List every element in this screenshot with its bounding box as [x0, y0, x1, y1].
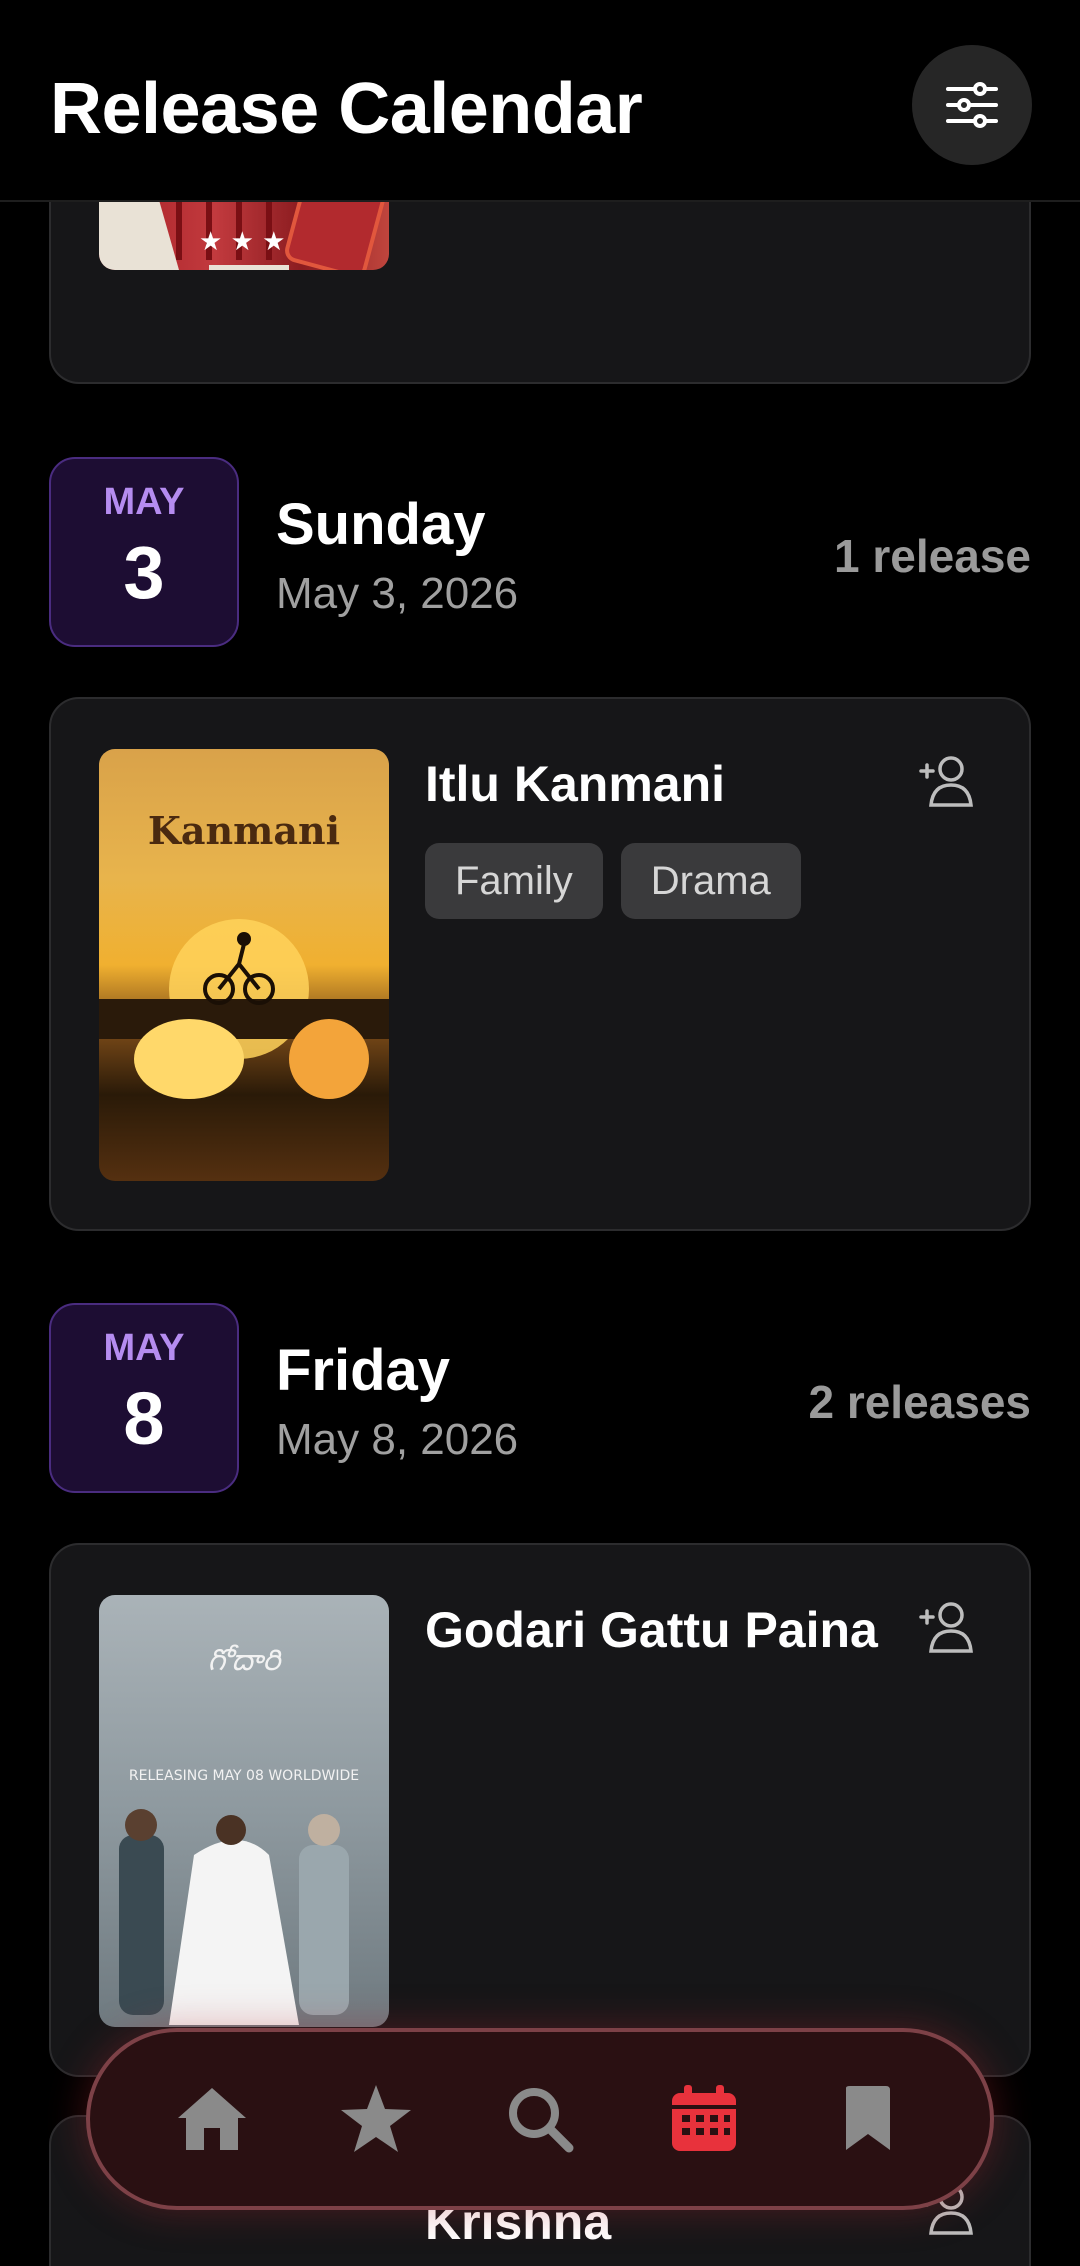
date-header: MAY 3 Sunday May 3, 2026 1 release: [0, 457, 1080, 649]
star-icon: [341, 2085, 411, 2152]
movie-poster: గోదారి RELEASING MAY 08 WORLDWIDE: [99, 1595, 389, 2027]
date-badge: MAY 8: [49, 1303, 239, 1493]
page-title: Release Calendar: [50, 69, 643, 149]
date-month: MAY: [103, 1327, 185, 1369]
movie-title: Godari Gattu Paina: [425, 1602, 878, 1658]
search-icon: [509, 2088, 574, 2153]
genre-tags: Family Drama: [425, 843, 801, 919]
svg-text:Kanmani: Kanmani: [148, 808, 340, 853]
svg-text:RELEASING MAY 08 WORLDWIDE: RELEASING MAY 08 WORLDWIDE: [129, 1768, 359, 1784]
full-date-label: May 8, 2026: [276, 1415, 519, 1464]
svg-text:★ ★ ★: ★ ★ ★: [199, 227, 285, 257]
full-date-label: May 3, 2026: [276, 569, 519, 618]
calendar-icon: [672, 2085, 736, 2151]
nav-search[interactable]: [495, 2074, 585, 2164]
sliders-icon: [946, 82, 998, 128]
add-follow-icon[interactable]: [917, 753, 977, 809]
weekday-label: Sunday: [276, 492, 486, 557]
genre-tag[interactable]: Family: [425, 843, 603, 919]
bottom-nav: [86, 2028, 994, 2210]
filter-button[interactable]: [912, 45, 1032, 165]
date-day: 8: [123, 1377, 165, 1460]
movie-poster: Kanmani: [99, 749, 389, 1181]
date-badge: MAY 3: [49, 457, 239, 647]
release-count: 2 releases: [808, 1376, 1031, 1428]
movie-title: Itlu Kanmani: [425, 756, 726, 812]
app-header: Release Calendar: [0, 0, 1080, 202]
add-follow-icon[interactable]: [917, 1599, 977, 1655]
release-count: 1 release: [834, 530, 1031, 582]
nav-home[interactable]: [167, 2074, 257, 2164]
movie-card[interactable]: గోదారి RELEASING MAY 08 WORLDWIDE Godari…: [49, 1543, 1031, 2077]
date-header: MAY 8 Friday May 8, 2026 2 releases: [0, 1303, 1080, 1495]
movie-card[interactable]: Kanmani Itlu Kanmani Family Drama: [49, 697, 1031, 1231]
genre-tag[interactable]: Drama: [620, 843, 801, 919]
bookmark-icon: [846, 2086, 890, 2150]
nav-bookmarks[interactable]: [823, 2074, 913, 2164]
home-icon: [178, 2088, 246, 2150]
date-month: MAY: [103, 481, 185, 523]
svg-text:గోదారి: గోదారి: [208, 1643, 283, 1678]
date-day: 3: [123, 531, 165, 614]
nav-favorites[interactable]: [331, 2074, 421, 2164]
weekday-label: Friday: [276, 1338, 451, 1403]
nav-calendar[interactable]: [659, 2074, 749, 2164]
